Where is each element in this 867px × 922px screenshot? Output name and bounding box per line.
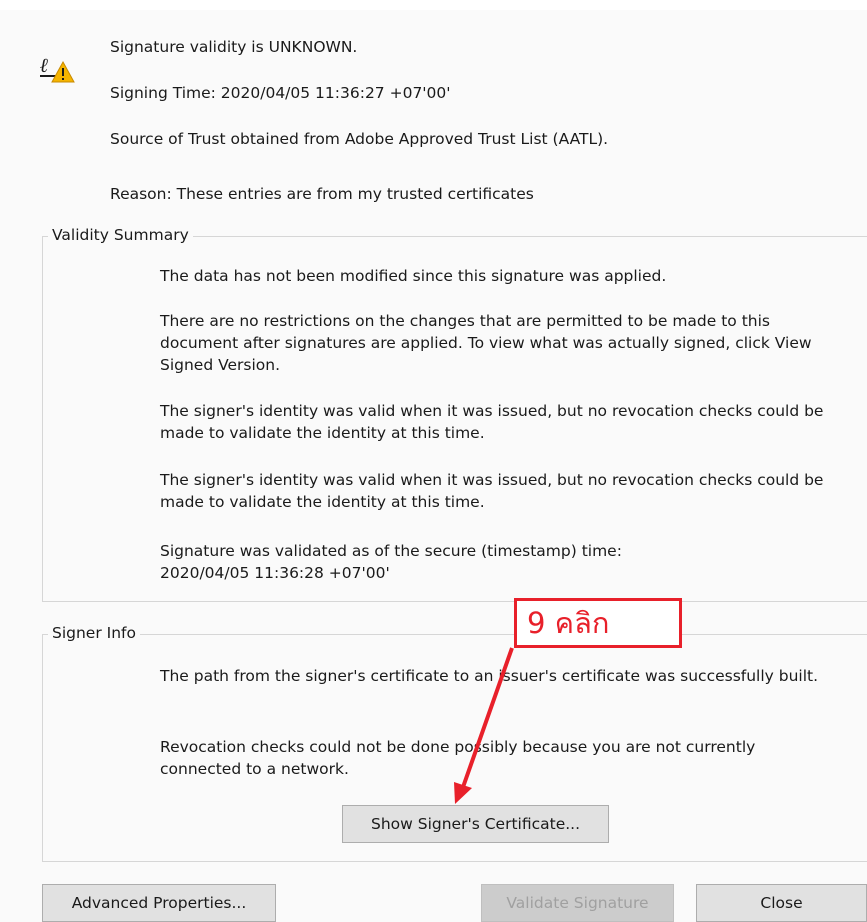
validity-item-identity-2: The signer's identity was valid when it …	[160, 471, 824, 511]
validity-status-text: Signature validity is UNKNOWN.	[110, 38, 358, 56]
validity-item-timestamp: Signature was validated as of the secure…	[160, 542, 622, 582]
signature-properties-dialog: ℓ Signature validity is UNKNOWN. Signing…	[0, 0, 867, 922]
annotation-label: 9 คลิก	[514, 598, 682, 648]
show-signer-certificate-button[interactable]: Show Signer's Certificate...	[342, 805, 609, 843]
top-strip	[0, 0, 867, 10]
signer-info-legend: Signer Info	[48, 623, 140, 643]
validity-item-unmodified: The data has not been modified since thi…	[160, 267, 667, 285]
signer-info-path-built: The path from the signer's certificate t…	[160, 667, 819, 685]
signer-info-revocation: Revocation checks could not be done poss…	[160, 738, 756, 778]
validate-signature-button: Validate Signature	[481, 884, 674, 922]
trust-source-text: Source of Trust obtained from Adobe Appr…	[110, 130, 609, 148]
validity-item-identity-1: The signer's identity was valid when it …	[160, 402, 824, 442]
signature-warning-icon: ℓ	[38, 52, 82, 92]
close-button[interactable]: Close	[696, 884, 867, 922]
svg-text:ℓ: ℓ	[40, 53, 49, 77]
advanced-properties-button[interactable]: Advanced Properties...	[42, 884, 276, 922]
validity-summary-legend: Validity Summary	[48, 225, 193, 245]
reason-text: Reason: These entries are from my truste…	[110, 185, 534, 203]
signing-time-text: Signing Time: 2020/04/05 11:36:27 +07'00…	[110, 84, 451, 102]
validity-item-restrictions: There are no restrictions on the changes…	[160, 312, 812, 374]
